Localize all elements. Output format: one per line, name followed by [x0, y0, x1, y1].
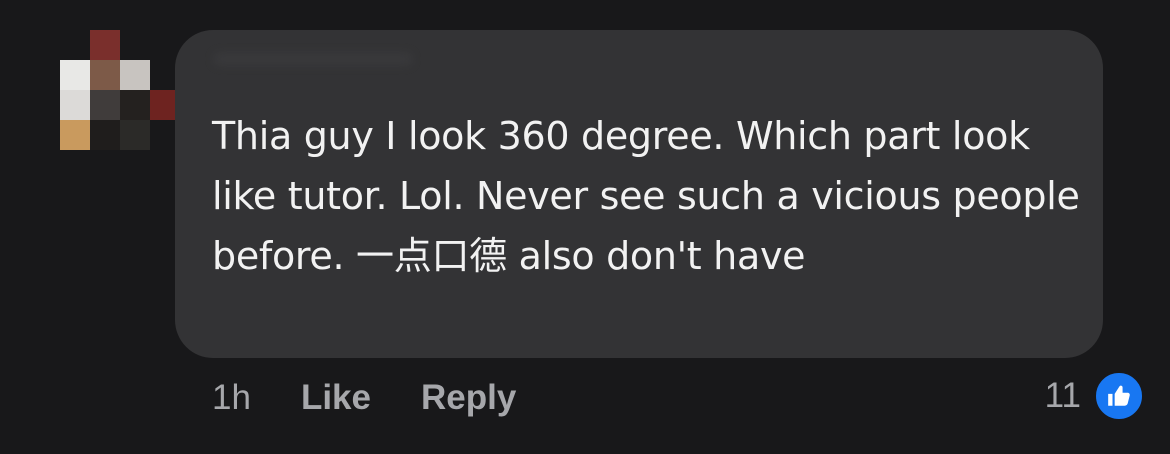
- thumbs-up-icon: [1093, 370, 1145, 422]
- avatar-pixel: [90, 60, 120, 90]
- reaction-count: 11: [1044, 376, 1081, 415]
- avatar-pixel: [120, 90, 150, 120]
- comment-text: Thia guy I look 360 degree. Which part l…: [212, 114, 1080, 278]
- timestamp[interactable]: 1h: [212, 378, 251, 418]
- avatar-pixel: [60, 60, 90, 90]
- avatar-pixel: [90, 30, 120, 60]
- avatar-pixel: [120, 60, 150, 90]
- author-name-blurred[interactable]: [213, 52, 413, 66]
- avatar-pixel: [90, 90, 120, 120]
- avatar-pixel: [90, 120, 120, 150]
- comment-bubble: Thia guy I look 360 degree. Which part l…: [175, 30, 1103, 358]
- avatar-pixel: [60, 120, 90, 150]
- avatar-pixel: [120, 120, 150, 150]
- avatar[interactable]: [60, 30, 176, 152]
- comment-actions: 1h Like Reply: [212, 374, 516, 422]
- avatar-pixel: [60, 90, 90, 120]
- avatar-pixel: [150, 90, 176, 120]
- reaction-summary[interactable]: 11: [1044, 370, 1145, 422]
- like-button[interactable]: Like: [301, 378, 371, 418]
- reply-button[interactable]: Reply: [421, 378, 516, 418]
